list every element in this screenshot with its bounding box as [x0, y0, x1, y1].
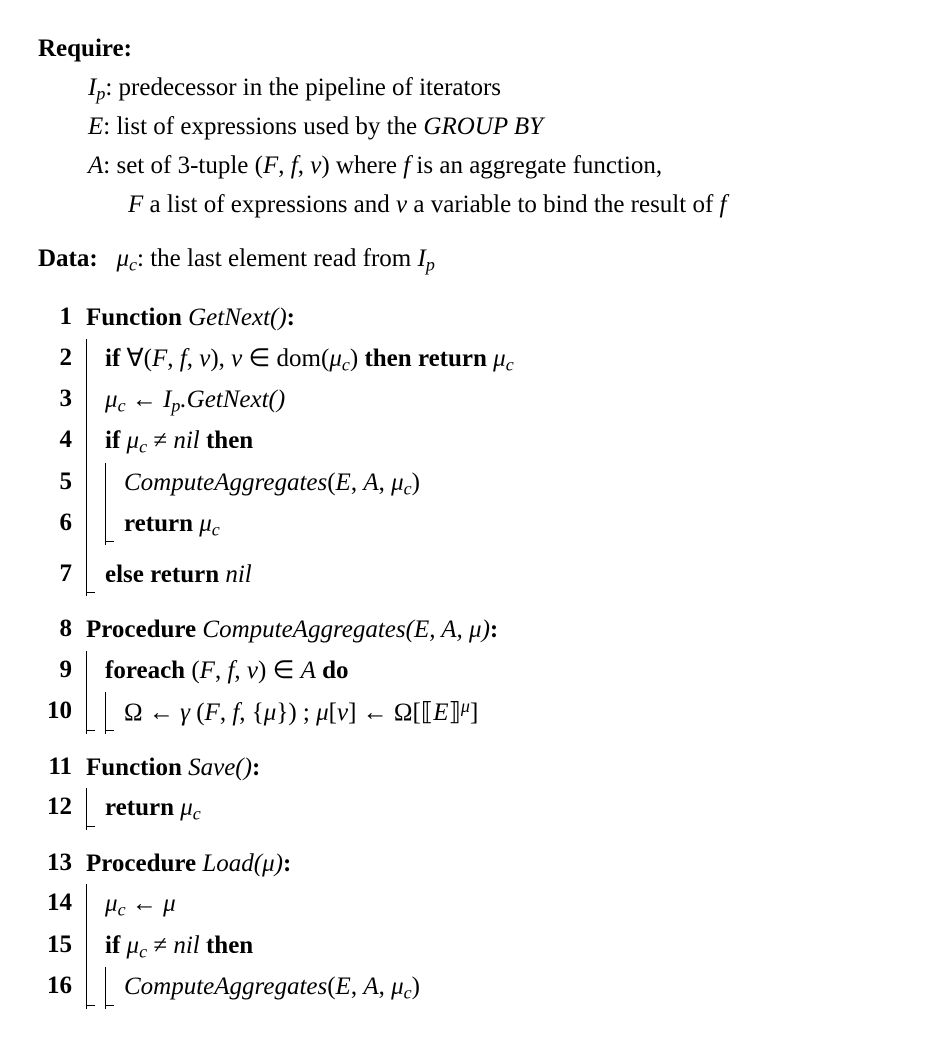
require-ip: Ip: predecessor in the pipeline of itera… [38, 69, 896, 108]
line-5: 5 ComputeAggregates(E, A, μc) [38, 463, 896, 504]
line-9: 9 foreach (F, f, v) ∈ A do [38, 651, 896, 692]
line-1: 1 Function GetNext(): [38, 298, 896, 339]
require-a1: A: set of 3-tuple (F, f, v) where f is a… [38, 147, 896, 186]
data-block: Data: μc: the last element read from Ip [38, 240, 896, 279]
line-2: 2 if ∀(F, f, v), v ∈ dom(μc) then return… [38, 339, 896, 380]
require-block: Require: Ip: predecessor in the pipeline… [38, 30, 896, 224]
line-14: 14 μc ← μ [38, 884, 896, 925]
require-e: E: list of expressions used by the GROUP… [38, 108, 896, 147]
require-a2: F a list of expressions and v a variable… [38, 186, 896, 225]
line-11: 11 Function Save(): [38, 748, 896, 789]
line-6: 6 return μc [38, 504, 896, 545]
line-8: 8 Procedure ComputeAggregates(E, A, μ): [38, 610, 896, 651]
require-title: Require: [38, 30, 896, 69]
line-7: 7 else return nil [38, 555, 896, 596]
line-13: 13 Procedure Load(μ): [38, 844, 896, 885]
line-4: 4 if μc ≠ nil then [38, 421, 896, 462]
line-12: 12 return μc [38, 788, 896, 829]
line-6-gap [38, 545, 896, 555]
line-15: 15 if μc ≠ nil then [38, 926, 896, 967]
line-16: 16 ComputeAggregates(E, A, μc) [38, 967, 896, 1008]
line-10: 10 Ω ← γ (F, f, {μ}) ; μ[v] ← Ω[⟦E⟧μ] [38, 692, 896, 734]
line-3: 3 μc ← Ip.GetNext() [38, 380, 896, 421]
